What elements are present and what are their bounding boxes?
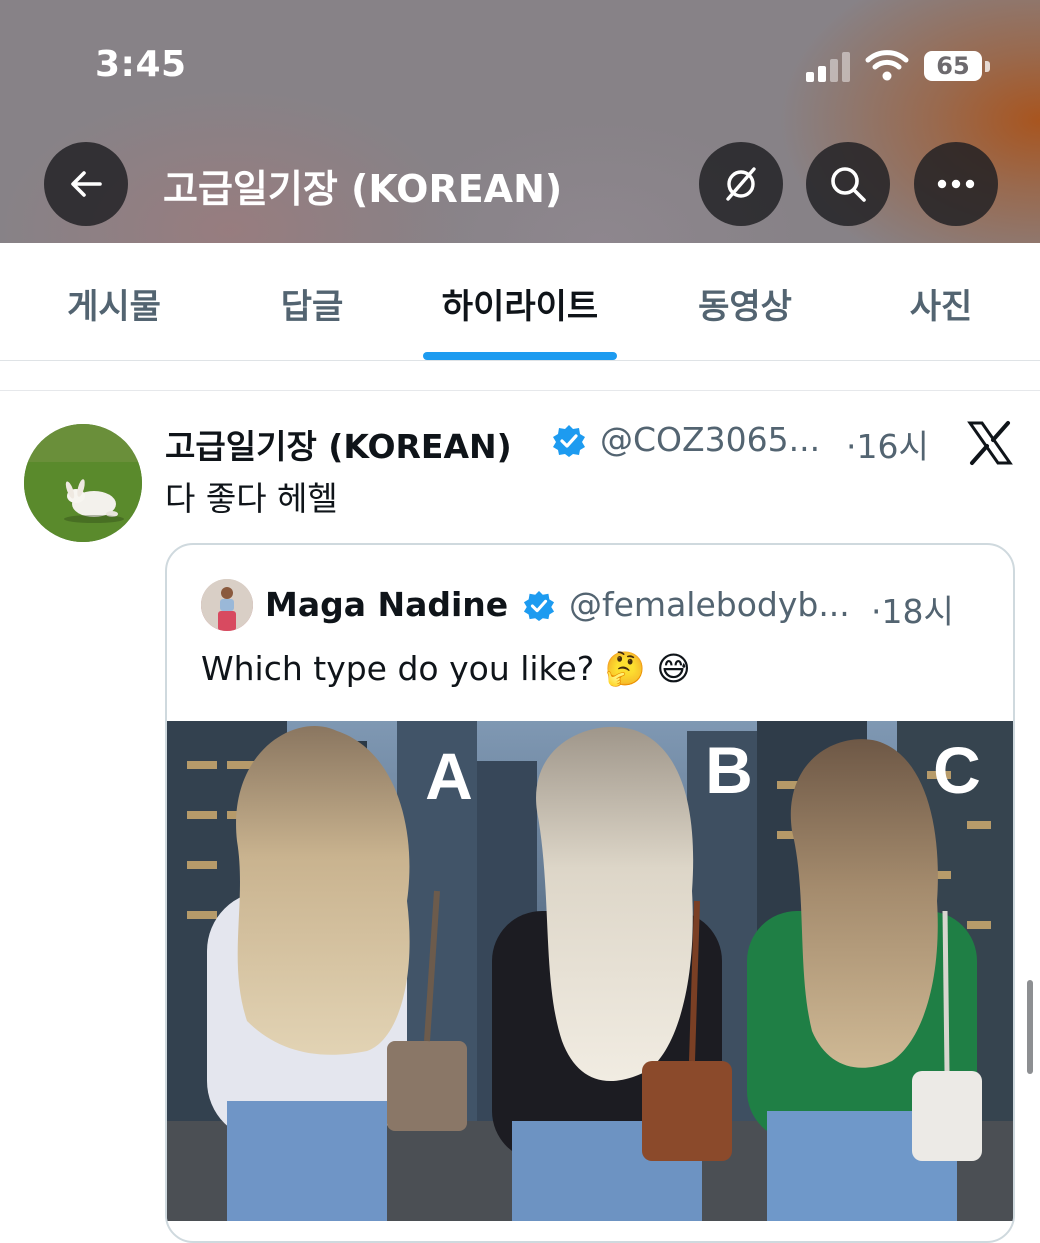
avatar[interactable] (24, 424, 142, 542)
person-photo-image (201, 579, 253, 631)
profile-header-banner: 3:45 65 고급일기장 (KOREAN) (0, 0, 1040, 243)
option-label-c: C (933, 733, 981, 807)
cellular-signal-icon (806, 52, 850, 82)
tab-posts[interactable]: 게시물 (67, 279, 161, 328)
grok-button[interactable] (699, 142, 783, 226)
option-label-b: B (705, 733, 753, 807)
profile-tabs: 게시물 답글 하이라이트 동영상 사진 (0, 243, 1040, 361)
more-options-button[interactable] (914, 142, 998, 226)
tab-videos[interactable]: 동영상 (698, 279, 792, 328)
grok-icon (726, 167, 756, 201)
scrollbar[interactable] (1027, 980, 1033, 1074)
quoted-timestamp: ·18시 (871, 592, 954, 631)
tweet-text: 다 좋다 헤헬 (165, 479, 338, 518)
quoted-author-name[interactable]: Maga Nadine (265, 585, 508, 624)
search-button[interactable] (806, 142, 890, 226)
tab-replies[interactable]: 답글 (281, 279, 344, 328)
active-tab-indicator (423, 352, 617, 360)
profile-title: 고급일기장 (KOREAN) (163, 167, 563, 211)
quoted-tweet-card[interactable]: Maga Nadine @femalebodyb... ·18시 Which t… (165, 543, 1015, 1243)
tabs-divider (0, 360, 1040, 361)
tweet-author-name[interactable]: 고급일기장 (KOREAN) (165, 420, 512, 468)
quoted-author-avatar[interactable] (201, 579, 253, 631)
verified-badge-icon (523, 590, 555, 622)
rabbit-on-grass-image (24, 424, 142, 542)
battery-tip (985, 61, 990, 72)
back-arrow-icon (71, 171, 102, 197)
tab-photos[interactable]: 사진 (910, 279, 973, 328)
quoted-tweet-image[interactable]: A B C (167, 721, 1015, 1221)
tweet-timestamp: ·16시 (846, 427, 929, 466)
quoted-author-handle[interactable]: @femalebodyb... (569, 585, 867, 624)
wifi-icon (865, 50, 909, 81)
more-icon (937, 179, 975, 189)
tweet-author-handle[interactable]: @COZ3065... (600, 420, 840, 459)
option-label-a: A (425, 739, 473, 813)
status-bar-time: 3:45 (95, 44, 187, 85)
search-icon (831, 167, 866, 202)
back-button[interactable] (44, 142, 128, 226)
x-logo-icon (967, 421, 1013, 465)
quoted-tweet-text: Which type do you like? 🤔 😅 (201, 649, 691, 688)
feed-divider (0, 390, 1040, 391)
tab-highlights[interactable]: 하이라이트 (442, 279, 598, 328)
battery-indicator: 65 (924, 51, 982, 81)
verified-badge-icon (553, 425, 585, 457)
